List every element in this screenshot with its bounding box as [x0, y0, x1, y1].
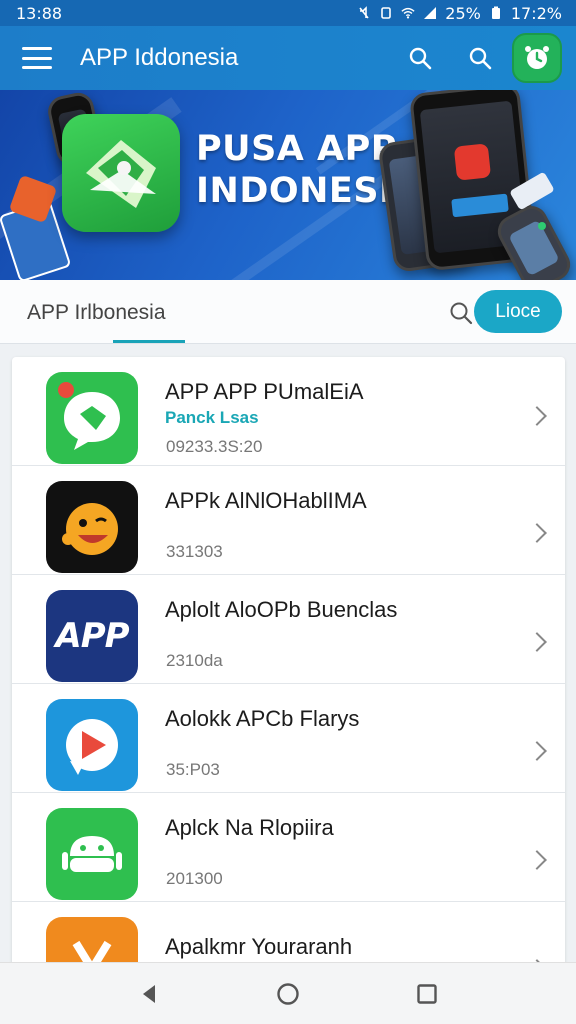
search-icon[interactable] [448, 300, 474, 326]
profile-avatar[interactable] [512, 33, 562, 83]
wifi-icon [401, 7, 415, 19]
app-title: APP APP PUmalEiA [165, 379, 364, 404]
app-title: Aplolt AloOPb Buenclas [165, 597, 398, 622]
search-button[interactable] [398, 36, 442, 80]
app-title: Aplck Na Rlopiira [165, 815, 334, 840]
status-icons: 25% 17:2% [357, 4, 562, 23]
envelope-logo-icon [86, 140, 156, 208]
system-nav-bar [0, 962, 576, 1024]
emoji-face-icon [46, 481, 138, 573]
app-bar-title: APP Iddonesia [80, 44, 239, 71]
search-icon [409, 47, 432, 70]
battery-text: 25% [445, 3, 481, 23]
list-item[interactable]: Apalkmr Youraranh [12, 902, 565, 967]
app-subtitle: Panck Lsas [165, 408, 259, 427]
list-item[interactable]: Aolokk APCb Flarys 35:P03 [12, 684, 565, 793]
list-item[interactable]: APP APP PUmalEiA Panck Lsas 09233.3S:20 [12, 357, 565, 466]
filter-pill-button[interactable]: Lioce [474, 290, 562, 333]
tab-app-indonesia[interactable]: APP Irlbonesia [27, 301, 166, 325]
list-item[interactable]: Aplck Na Rlopiira 201300 [12, 793, 565, 902]
signal-icon [424, 7, 437, 19]
app-list: APP APP PUmalEiA Panck Lsas 09233.3S:20 … [12, 357, 565, 967]
search-icon [469, 47, 492, 70]
play-bubble-icon [46, 699, 138, 791]
home-circle-icon [277, 982, 299, 1005]
tab-row: APP Irlbonesia Lioce [0, 280, 576, 344]
android-robot-icon [46, 808, 138, 900]
chevron-right-icon [527, 741, 547, 761]
chevron-right-icon [527, 406, 547, 426]
list-item[interactable]: APPk AlNlOHablIMA 331303 [12, 466, 565, 575]
app-text-icon: APP [46, 590, 138, 682]
back-button[interactable] [129, 974, 169, 1014]
app-meta: 35:P03 [166, 760, 220, 779]
battery-icon [491, 6, 500, 19]
app-title: APPk AlNlOHablIMA [165, 488, 367, 513]
decorative-dot [538, 222, 546, 230]
mute-icon [359, 6, 369, 19]
app-meta: 09233.3S:20 [166, 437, 263, 456]
hamburger-menu-icon[interactable] [22, 47, 52, 69]
promo-banner[interactable]: PUSA APP INDONESIA [0, 90, 576, 280]
app-title: Aolokk APCb Flarys [165, 706, 360, 731]
chevron-right-icon [527, 850, 547, 870]
home-button[interactable] [268, 974, 308, 1014]
tab-indicator [113, 340, 185, 343]
chat-bubble-icon [46, 372, 138, 464]
app-meta: 201300 [166, 869, 223, 888]
banner-app-logo [62, 114, 180, 232]
status-time: 13:88 [16, 3, 63, 23]
app-meta: 331303 [166, 542, 223, 561]
back-triangle-icon [143, 984, 156, 1003]
list-item[interactable]: APP Aplolt AloOPb Buenclas 2310da [12, 575, 565, 684]
app-title: Apalkmr Youraranh [165, 934, 353, 959]
orange-app-icon [46, 917, 138, 967]
chevron-right-icon [527, 632, 547, 652]
search-button-secondary[interactable] [458, 36, 502, 80]
status-bar: 13:88 25% 17:2% [0, 0, 576, 26]
chevron-right-icon [527, 523, 547, 543]
vibrate-icon [381, 7, 392, 19]
alarm-clock-icon [525, 46, 549, 69]
app-meta: 2310da [166, 651, 223, 670]
recents-button[interactable] [407, 974, 447, 1014]
recents-square-icon [416, 983, 437, 1004]
app-bar: APP Iddonesia [0, 26, 576, 90]
status-clock-right: 17:2% [510, 3, 562, 23]
